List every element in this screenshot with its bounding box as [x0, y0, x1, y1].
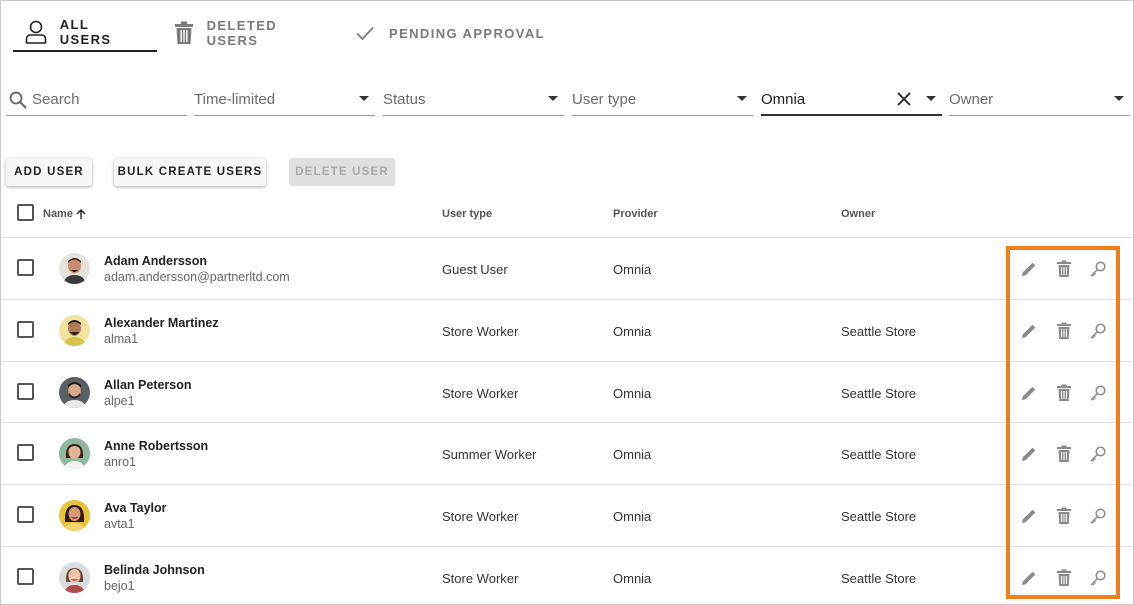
- row-checkbox[interactable]: [17, 321, 34, 338]
- user-name: Ava Taylor: [104, 501, 167, 515]
- actions-highlight-box: [1006, 246, 1120, 599]
- status-select[interactable]: Status: [383, 84, 564, 116]
- search-placeholder: Search: [32, 91, 80, 108]
- avatar: [59, 377, 90, 408]
- time-limited-label: Time-limited: [194, 91, 276, 108]
- avatar: [59, 500, 90, 531]
- status-label: Status: [383, 91, 426, 108]
- owner-select[interactable]: Owner: [949, 84, 1130, 116]
- row-checkbox[interactable]: [17, 383, 34, 400]
- owner-cell: Seattle Store: [841, 324, 917, 339]
- user-type-cell: Store Worker: [442, 509, 519, 524]
- user-type-cell: Store Worker: [442, 571, 519, 586]
- user-name: Allan Peterson: [104, 378, 192, 392]
- row-checkbox[interactable]: [17, 568, 34, 585]
- trash-icon: [173, 21, 195, 45]
- user-type-cell: Store Worker: [442, 324, 519, 339]
- owner-label: Owner: [949, 91, 994, 108]
- provider-column-header[interactable]: Provider: [613, 208, 658, 220]
- dropdown-caret-icon: [737, 96, 747, 101]
- search-icon: [8, 90, 28, 110]
- arrow-up-icon: [75, 208, 87, 220]
- provider-cell: Omnia: [613, 447, 652, 462]
- bulk-create-users-button[interactable]: BULK CREATE USERS: [114, 158, 266, 186]
- time-limited-select[interactable]: Time-limited: [194, 84, 375, 116]
- table-row[interactable]: Ava Taylor avta1 Store Worker Omnia Seat…: [1, 484, 1133, 546]
- user-email: adam.andersson@partnerltd.com: [104, 270, 290, 284]
- user-type-label: User type: [572, 91, 637, 108]
- user-name: Anne Robertsson: [104, 439, 209, 453]
- person-icon: [25, 20, 48, 44]
- user-name: Adam Andersson: [104, 254, 208, 268]
- add-user-button[interactable]: ADD USER: [6, 158, 92, 186]
- avatar: [59, 562, 90, 593]
- user-username: alma1: [104, 332, 139, 346]
- check-icon: [353, 21, 377, 45]
- avatar: [59, 438, 90, 469]
- user-username: bejo1: [104, 579, 135, 593]
- user-username: alpe1: [104, 394, 135, 408]
- user-type-cell: Summer Worker: [442, 447, 537, 462]
- provider-cell: Omnia: [613, 509, 652, 524]
- row-checkbox[interactable]: [17, 444, 34, 461]
- delete-user-button[interactable]: DELETE USER: [289, 158, 395, 186]
- provider-value: Omnia: [761, 90, 806, 108]
- name-column-header[interactable]: Name: [43, 208, 87, 220]
- table-row[interactable]: Alexander Martinez alma1 Store Worker Om…: [1, 299, 1133, 361]
- tab-deleted-users[interactable]: DELETED USERS: [157, 14, 337, 52]
- search-field[interactable]: Search: [6, 84, 187, 116]
- dropdown-caret-icon: [548, 96, 558, 101]
- avatar: [59, 253, 90, 284]
- clear-icon[interactable]: [894, 89, 914, 109]
- dropdown-caret-icon: [926, 96, 936, 101]
- provider-cell: Omnia: [613, 571, 652, 586]
- dropdown-caret-icon: [359, 96, 369, 101]
- table-row[interactable]: Allan Peterson alpe1 Store Worker Omnia …: [1, 361, 1133, 423]
- owner-cell: Seattle Store: [841, 447, 917, 462]
- provider-cell: Omnia: [613, 324, 652, 339]
- owner-cell: Seattle Store: [841, 386, 917, 401]
- table-row[interactable]: Adam Andersson adam.andersson@partnerltd…: [1, 237, 1133, 299]
- select-all-checkbox[interactable]: [17, 204, 34, 221]
- name-header-label: Name: [43, 208, 73, 220]
- tab-label: DELETED USERS: [206, 18, 278, 48]
- user-type-select[interactable]: User type: [572, 84, 753, 116]
- avatar: [59, 315, 90, 346]
- user-type-cell: Guest User: [442, 262, 508, 277]
- user-name: Belinda Johnson: [104, 563, 205, 577]
- row-checkbox[interactable]: [17, 259, 34, 276]
- user-username: anro1: [104, 455, 136, 469]
- provider-select[interactable]: Omnia: [761, 84, 942, 116]
- user-type-cell: Store Worker: [442, 386, 519, 401]
- owner-cell: Seattle Store: [841, 509, 917, 524]
- row-checkbox[interactable]: [17, 506, 34, 523]
- provider-cell: Omnia: [613, 386, 652, 401]
- user-type-column-header[interactable]: User type: [442, 208, 492, 220]
- owner-cell: Seattle Store: [841, 571, 917, 586]
- table-row[interactable]: Anne Robertsson anro1 Summer Worker Omni…: [1, 422, 1133, 484]
- table-row[interactable]: Belinda Johnson bejo1 Store Worker Omnia…: [1, 546, 1133, 605]
- user-username: avta1: [104, 517, 135, 531]
- dropdown-caret-icon: [1114, 96, 1124, 101]
- owner-column-header[interactable]: Owner: [841, 208, 875, 220]
- tab-label: ALL USERS: [59, 17, 112, 47]
- tab-all-users[interactable]: ALL USERS: [13, 14, 157, 52]
- user-name: Alexander Martinez: [104, 316, 219, 330]
- tab-pending-approval[interactable]: PENDING APPROVAL: [337, 14, 561, 52]
- tab-label: PENDING APPROVAL: [389, 25, 546, 41]
- tab-bar: ALL USERS DELETED USERS PENDING APPROVAL: [13, 14, 561, 54]
- provider-cell: Omnia: [613, 262, 652, 277]
